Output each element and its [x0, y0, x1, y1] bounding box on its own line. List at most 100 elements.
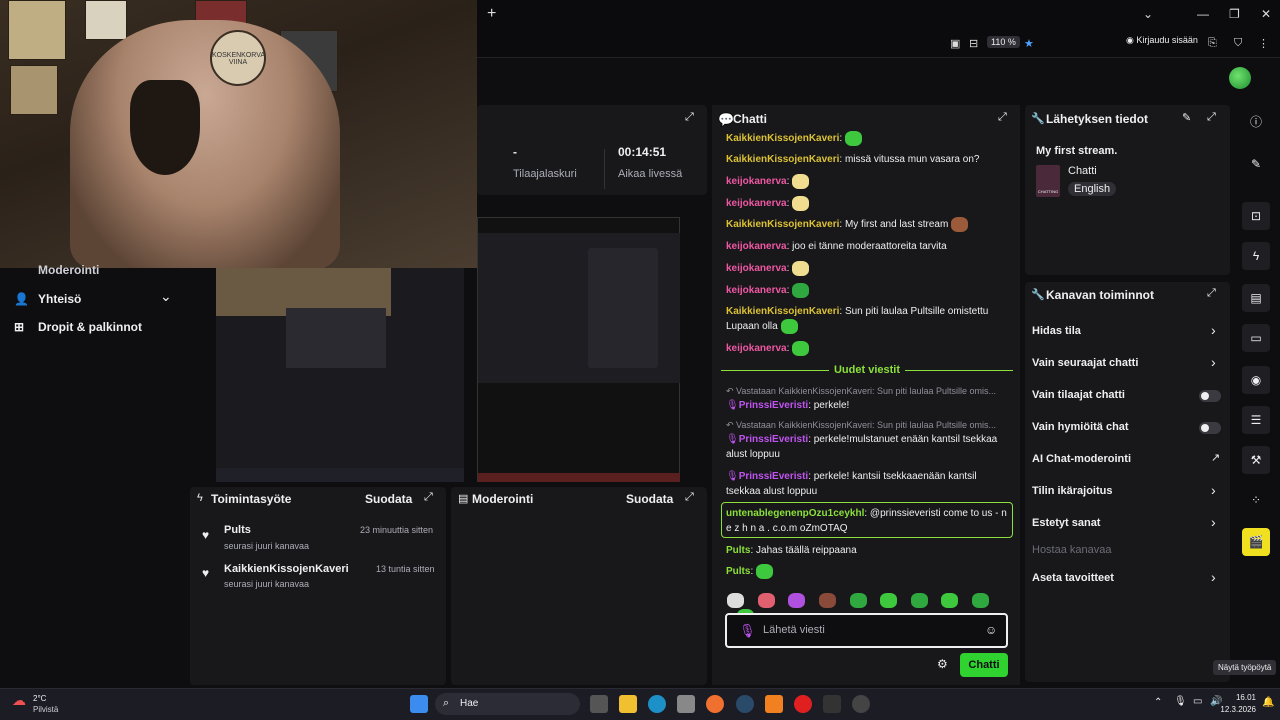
action-age-restriction[interactable]: Tilin ikärajoitus [1032, 485, 1113, 497]
chat-username[interactable]: keijokanerva [726, 343, 787, 354]
reply-context[interactable]: ↶ Vastataan KaikkienKissojenKaveri: Sun … [726, 384, 1016, 399]
nav-item-drops[interactable]: Dropit & palkinnot [38, 320, 142, 334]
chat-icon[interactable]: ▭ [1242, 324, 1270, 352]
emoji-icon[interactable]: ☺ [985, 623, 997, 637]
broadcast-icon[interactable]: ◉ [1242, 366, 1270, 394]
notes-icon[interactable]: ▤ [1242, 284, 1270, 312]
save-page-icon[interactable]: ⊟ [969, 37, 978, 50]
lightning-icon[interactable]: ϟ [1242, 242, 1270, 270]
chat-username[interactable]: keijokanerva [726, 263, 787, 274]
action-followers-only[interactable]: Vain seuraajat chatti [1032, 357, 1138, 369]
new-messages-label[interactable]: Uudet viestit [721, 364, 1013, 376]
chat-username[interactable]: keijokanerva [726, 241, 787, 252]
emote-button[interactable] [880, 593, 898, 609]
emote-button[interactable] [849, 593, 867, 609]
pencil-icon[interactable]: ✎ [1242, 150, 1270, 178]
emote-button[interactable] [788, 593, 806, 609]
task-view-icon[interactable] [590, 695, 608, 713]
chevron-down-icon[interactable]: ⌄ [160, 288, 172, 305]
action-subscribers-only[interactable]: Vain tilaajat chatti [1032, 389, 1125, 401]
opera-icon[interactable] [794, 695, 812, 713]
chevron-right-icon[interactable]: › [1211, 569, 1216, 585]
emote-only-toggle[interactable] [1199, 422, 1221, 434]
steam-icon[interactable] [736, 695, 754, 713]
chat-username[interactable]: Pults [726, 545, 750, 556]
subscribers-only-toggle[interactable] [1199, 390, 1221, 402]
popout-icon[interactable]: ⤢ [685, 111, 694, 124]
chat-username[interactable]: keijokanerva [726, 285, 787, 296]
activity-filter[interactable]: Suodata [365, 492, 412, 506]
action-emote-only[interactable]: Vain hymiöitä chat [1032, 421, 1129, 433]
menu-icon[interactable]: ⋮ [1258, 37, 1269, 50]
zoom-level[interactable]: 110 % [987, 36, 1020, 48]
popout-icon[interactable]: ⤢ [685, 491, 694, 504]
terminal-icon[interactable] [823, 695, 841, 713]
nav-item-moderation[interactable]: Moderointi [38, 263, 99, 277]
emote-button[interactable] [910, 593, 928, 609]
minimize-icon[interactable]: — [1197, 7, 1209, 21]
popout-icon[interactable]: ⤢ [998, 111, 1007, 124]
login-button[interactable]: ◉ Kirjaudu sisään [1126, 35, 1198, 46]
chat-username[interactable]: Pults [726, 566, 750, 577]
chat-username[interactable]: KaikkienKissojenKaveri [726, 133, 839, 144]
chat-username[interactable]: KaikkienKissojenKaveri [726, 306, 839, 317]
wrench-icon[interactable]: ⚒ [1242, 446, 1270, 474]
chat-username[interactable]: PrinssiEveristi [739, 434, 808, 445]
stream-preview[interactable] [477, 217, 680, 482]
chat-username[interactable]: keijokanerva [726, 176, 787, 187]
notifications-icon[interactable]: 🔔 [1262, 697, 1274, 708]
clapper-icon[interactable]: 🎬 [1242, 528, 1270, 556]
weather-icon[interactable]: ☁ [12, 692, 26, 709]
category-thumbnail[interactable]: CHATTING [1036, 165, 1060, 197]
clock-date[interactable]: 12.3.2026 [1216, 705, 1256, 714]
windows-start-icon[interactable] [410, 695, 428, 713]
maximize-icon[interactable]: ❐ [1229, 7, 1240, 21]
action-set-goals[interactable]: Aseta tavoitteet [1032, 572, 1114, 584]
microphone-icon[interactable]: 🎙 [1174, 696, 1187, 707]
chat-username[interactable]: untenablegenenpOzu1ceykhl [726, 508, 864, 519]
chat-send-button[interactable]: Chatti [960, 653, 1008, 677]
chat-username[interactable]: PrinssiEveristi [739, 400, 808, 411]
clock-time[interactable]: 16.01 [1232, 693, 1256, 702]
reply-context[interactable]: ↶ Vastataan KaikkienKissojenKaveri: Sun … [726, 418, 1016, 433]
info-icon[interactable]: ⓘ [1242, 108, 1270, 136]
vlc-icon[interactable] [765, 695, 783, 713]
chat-username[interactable]: KaikkienKissojenKaveri [726, 154, 839, 165]
popout-icon[interactable]: ⤢ [1207, 287, 1216, 300]
action-blocked-words[interactable]: Estetyt sanat [1032, 517, 1100, 529]
emote-button[interactable] [757, 593, 775, 609]
language-tag[interactable]: English [1068, 182, 1117, 196]
popout-icon[interactable]: ⤢ [424, 491, 433, 504]
file-explorer-icon[interactable] [619, 695, 637, 713]
activity-user[interactable]: Pults [224, 524, 251, 536]
profile-avatar[interactable] [1229, 67, 1251, 89]
action-ai-moderation[interactable]: AI Chat-moderointi [1032, 453, 1131, 465]
layout-icon[interactable]: ☰ [1242, 406, 1270, 434]
firefox-icon[interactable] [706, 695, 724, 713]
popout-icon[interactable]: ⤢ [1207, 111, 1216, 124]
activity-user[interactable]: KaikkienKissojenKaveri [224, 563, 349, 575]
store-icon[interactable] [677, 695, 695, 713]
shield-icon[interactable]: ⛉ [1234, 37, 1242, 50]
chevron-up-icon[interactable]: ⌃ [1154, 697, 1162, 708]
chevron-right-icon[interactable]: › [1211, 482, 1216, 498]
action-slow-mode[interactable]: Hidas tila [1032, 325, 1081, 337]
edge-icon[interactable] [648, 695, 666, 713]
close-icon[interactable]: ✕ [1261, 7, 1271, 21]
chevron-right-icon[interactable]: › [1211, 514, 1216, 530]
category-name[interactable]: Chatti [1068, 165, 1097, 177]
settings-gear-icon[interactable]: ⚙ [937, 657, 948, 671]
chevron-down-icon[interactable]: ⌄ [1143, 7, 1153, 21]
network-icon[interactable]: ▭ [1193, 696, 1202, 707]
nav-item-community[interactable]: Yhteisö [38, 292, 81, 306]
emote-button[interactable] [941, 593, 959, 609]
emote-button[interactable] [818, 593, 836, 609]
chat-username[interactable]: PrinssiEveristi [739, 471, 808, 482]
chat-username[interactable]: KaikkienKissojenKaveri [726, 219, 839, 230]
moderation-filter[interactable]: Suodata [626, 492, 673, 506]
pencil-icon[interactable]: ✎ [1182, 111, 1191, 124]
star-icon[interactable]: ★ [1024, 37, 1034, 50]
chat-input[interactable]: 🎙 Lähetä viesti ☺ [725, 613, 1008, 648]
more-icon[interactable]: ⁘ [1242, 486, 1270, 514]
emote-button[interactable] [972, 593, 989, 609]
